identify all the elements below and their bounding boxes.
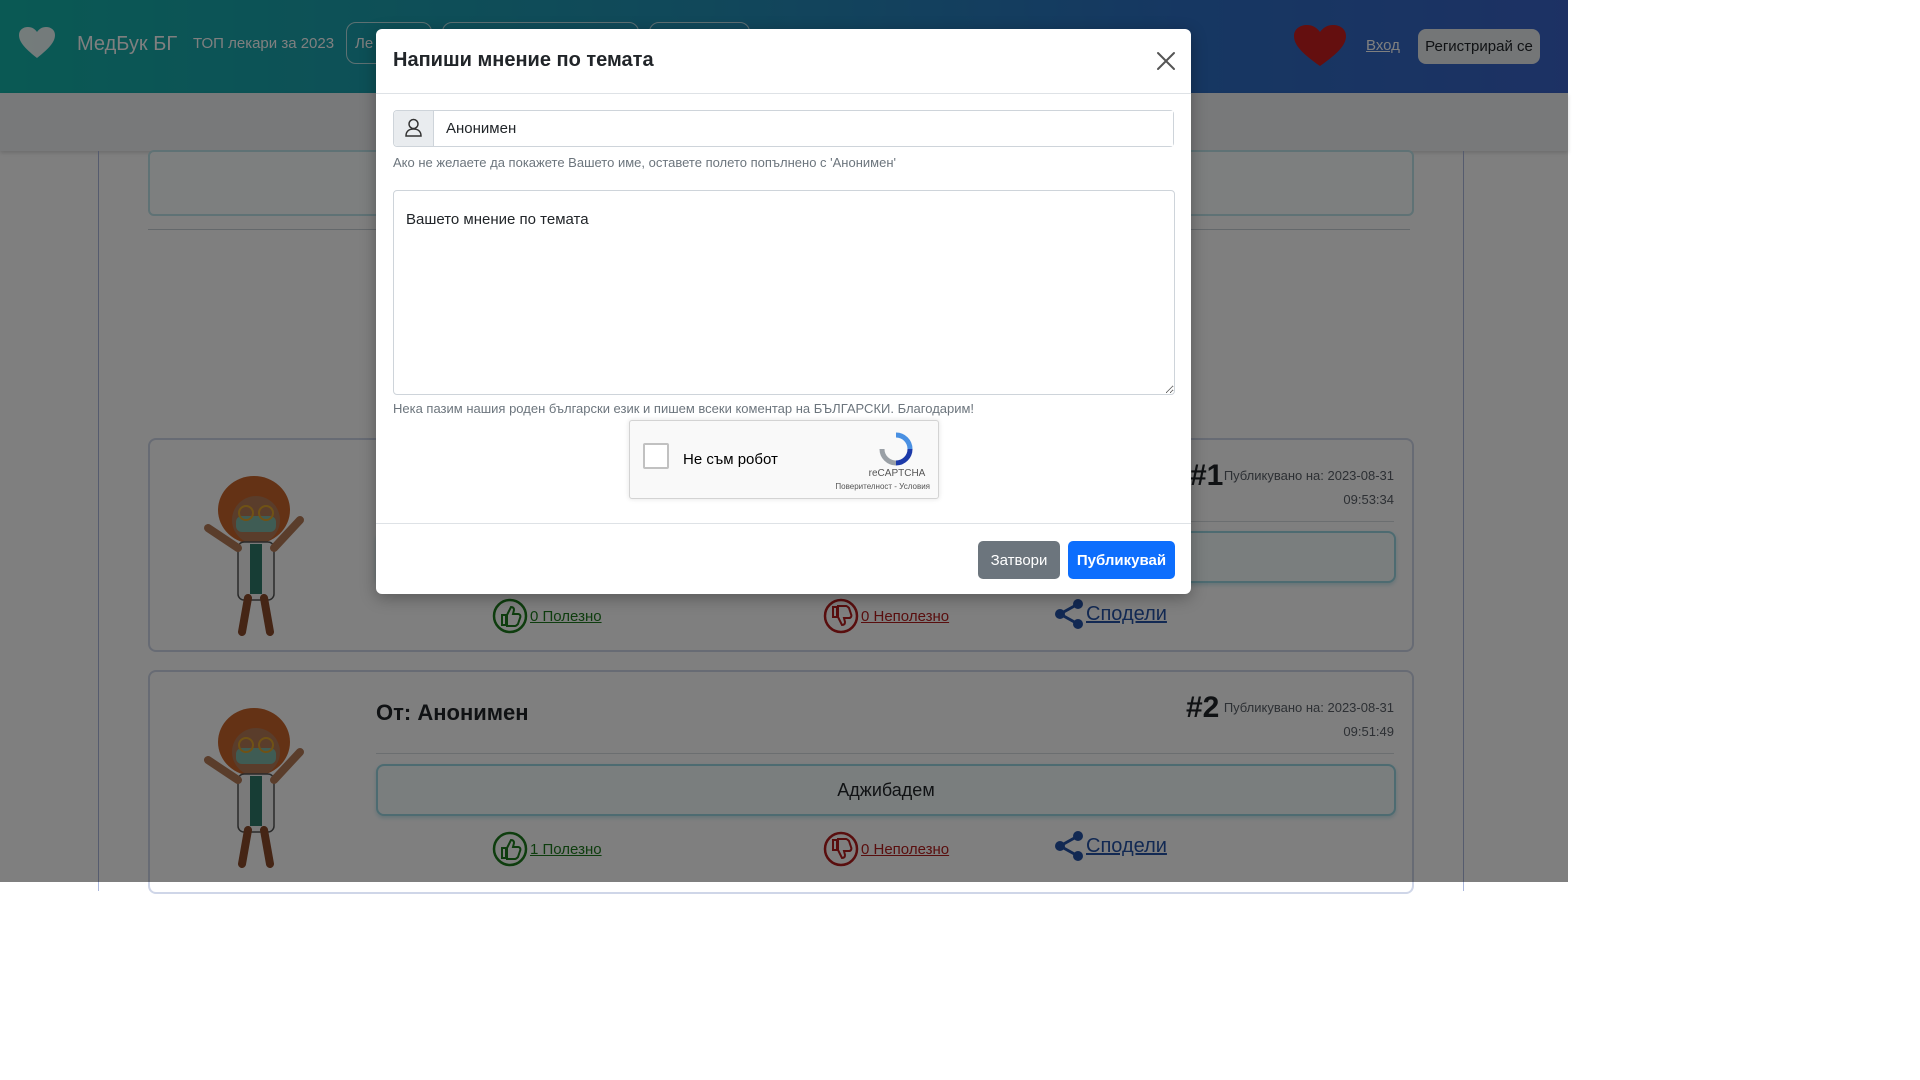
recaptcha-checkbox[interactable]	[643, 443, 669, 469]
opinion-textarea[interactable]	[393, 190, 1175, 395]
name-input-group	[393, 110, 1174, 147]
language-help-text: Нека пазим нашия роден български език и …	[393, 401, 975, 416]
modal-title: Напиши мнение по темата	[393, 49, 654, 71]
recaptcha-logo-icon	[879, 432, 913, 466]
name-field[interactable]	[434, 111, 1173, 146]
modal-header: Напиши мнение по темата	[376, 29, 1191, 94]
name-help-text: Ако не желаете да покажете Вашето име, о…	[393, 155, 896, 170]
user-icon	[405, 118, 422, 137]
recaptcha-brand: reCAPTCHA	[868, 468, 926, 479]
recaptcha-label: Не съм робот	[683, 451, 778, 468]
write-opinion-modal: Напиши мнение по темата Ако не желаете д…	[376, 29, 1191, 594]
close-button[interactable]: Затвори	[978, 541, 1060, 579]
close-icon[interactable]	[1156, 51, 1176, 71]
publish-button[interactable]: Публикувай	[1068, 541, 1175, 579]
modal-footer: Затвори Публикувай	[376, 523, 1191, 595]
name-addon	[394, 111, 434, 146]
recaptcha-links[interactable]: Поверителност - Условия	[820, 482, 930, 491]
recaptcha-widget: Не съм робот reCAPTCHA Поверителност - У…	[629, 420, 939, 499]
